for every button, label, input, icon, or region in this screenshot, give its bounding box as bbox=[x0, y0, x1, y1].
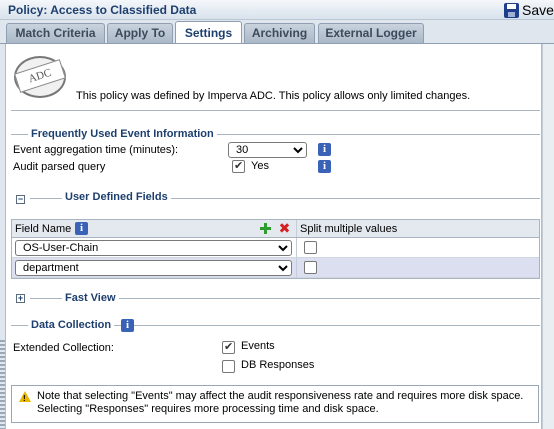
table-row: department bbox=[12, 258, 539, 278]
warning-icon: ! bbox=[19, 391, 31, 403]
info-icon[interactable]: i bbox=[75, 222, 88, 235]
info-icon[interactable]: i bbox=[121, 319, 134, 332]
add-icon[interactable] bbox=[259, 222, 272, 235]
adc-stamp-logo: ADC bbox=[12, 54, 70, 102]
section-title-user-fields: User Defined Fields bbox=[62, 191, 171, 203]
field-name-select[interactable]: OS-User-Chain bbox=[15, 240, 292, 256]
column-header-split: Split multiple values bbox=[300, 223, 398, 235]
note-line-2: Selecting "Responses" requires more proc… bbox=[37, 403, 379, 415]
events-checkbox[interactable] bbox=[222, 340, 235, 354]
table-header: Field Name i ✖ Split multiple values bbox=[12, 220, 539, 238]
delete-icon[interactable]: ✖ bbox=[278, 221, 291, 235]
save-button[interactable]: Save bbox=[504, 1, 554, 19]
window-title: Policy: Access to Classified Data bbox=[8, 3, 197, 17]
section-title-event-info: Frequently Used Event Information bbox=[28, 128, 217, 140]
divider bbox=[11, 110, 540, 111]
section-title-data-collection: Data Collection bbox=[28, 319, 115, 331]
db-responses-label: DB Responses bbox=[241, 359, 315, 371]
save-label: Save bbox=[522, 2, 554, 18]
section-title-fast-view: Fast View bbox=[62, 292, 119, 304]
table-row: OS-User-Chain bbox=[12, 238, 539, 258]
tab-archiving[interactable]: Archiving bbox=[244, 23, 315, 43]
tab-settings[interactable]: Settings bbox=[175, 21, 242, 43]
audit-parsed-query-value: Yes bbox=[251, 160, 269, 172]
aggregation-time-label: Event aggregation time (minutes): bbox=[13, 144, 179, 156]
split-values-checkbox[interactable] bbox=[304, 241, 317, 254]
note-line-1: Note that selecting "Events" may affect … bbox=[37, 390, 524, 402]
floppy-disk-icon bbox=[504, 2, 519, 18]
user-fields-table: Field Name i ✖ Split multiple values OS-… bbox=[11, 219, 540, 279]
aggregation-time-select[interactable]: 30 bbox=[228, 142, 307, 158]
warning-note: ! Note that selecting "Events" may affec… bbox=[11, 385, 539, 423]
info-icon[interactable]: i bbox=[318, 143, 331, 156]
vertical-scrollbar[interactable] bbox=[542, 44, 554, 429]
db-responses-checkbox[interactable] bbox=[222, 360, 235, 373]
tab-match-criteria[interactable]: Match Criteria bbox=[6, 23, 105, 43]
tab-apply-to[interactable]: Apply To bbox=[107, 23, 173, 43]
extended-collection-label: Extended Collection: bbox=[13, 342, 114, 354]
field-name-select[interactable]: department bbox=[15, 260, 292, 276]
policy-intro-text: This policy was defined by Imperva ADC. … bbox=[76, 90, 471, 102]
split-values-checkbox[interactable] bbox=[304, 261, 317, 274]
tab-external-logger[interactable]: External Logger bbox=[318, 23, 424, 43]
column-header-field-name: Field Name bbox=[15, 223, 72, 235]
expand-toggle-fast-view[interactable]: + bbox=[16, 294, 25, 303]
info-icon[interactable]: i bbox=[318, 160, 331, 173]
audit-parsed-query-checkbox[interactable] bbox=[232, 159, 245, 173]
collapse-toggle-user-fields[interactable]: − bbox=[16, 195, 25, 204]
audit-parsed-query-label: Audit parsed query bbox=[13, 161, 106, 173]
events-label: Events bbox=[241, 340, 275, 352]
window-titlebar: Policy: Access to Classified Data Save bbox=[0, 0, 554, 20]
tab-bar: Match Criteria Apply To Settings Archivi… bbox=[0, 21, 554, 43]
